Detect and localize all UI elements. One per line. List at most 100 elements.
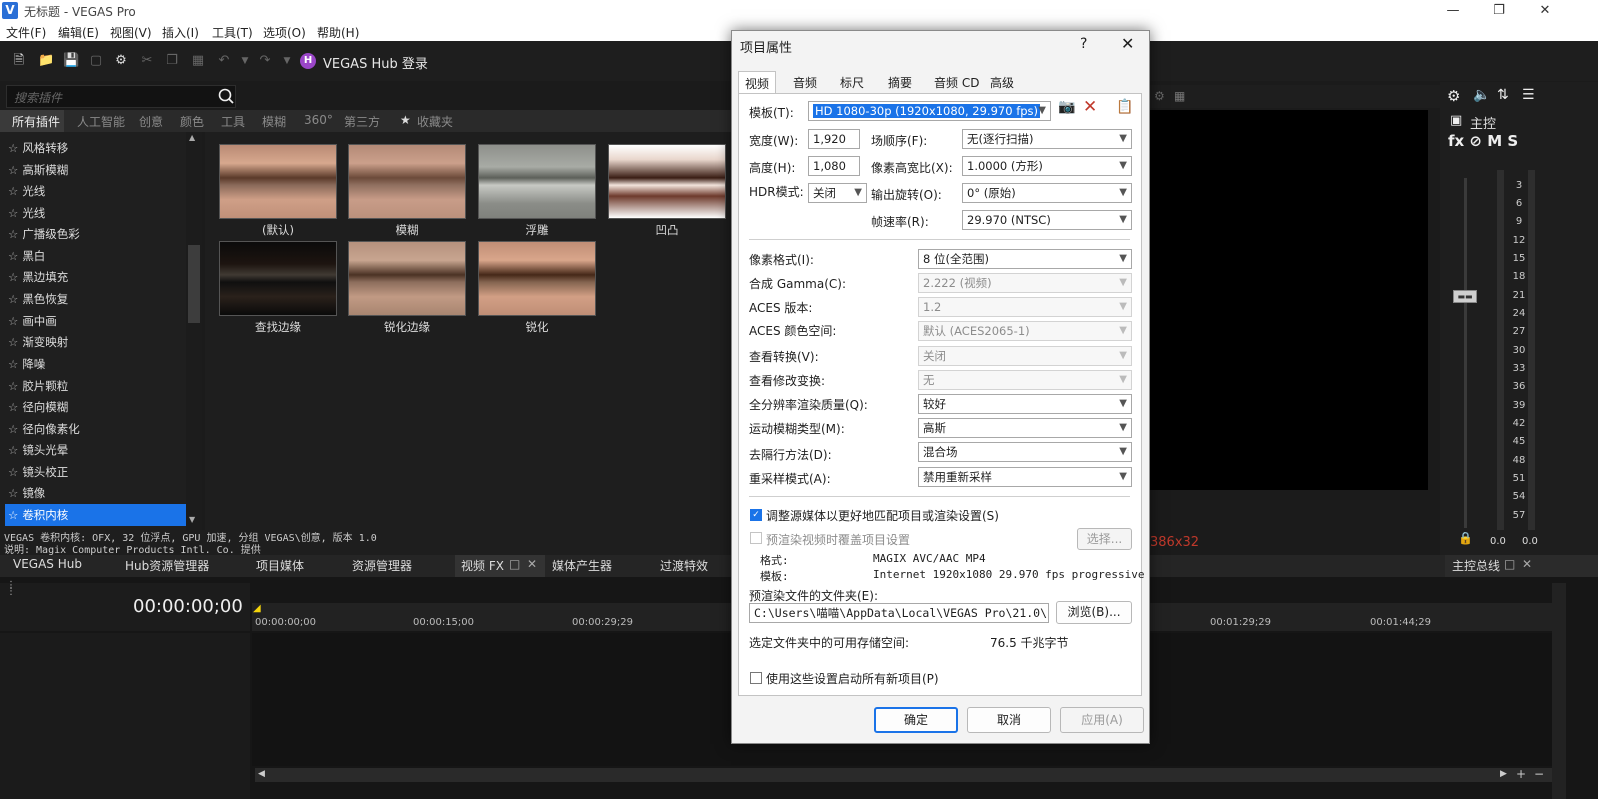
video-preview[interactable] bbox=[1150, 110, 1428, 490]
pixel-format-dropdown[interactable]: 8 位(全范围) ▼ bbox=[918, 249, 1132, 269]
tab-master-bus[interactable]: 主控总线 bbox=[1452, 557, 1500, 574]
cut-icon[interactable]: ✂ bbox=[140, 53, 154, 69]
save-icon[interactable]: 💾 bbox=[63, 53, 79, 69]
plugin-search-input[interactable]: 搜索插件 bbox=[14, 89, 62, 106]
paste-icon[interactable]: ▦ bbox=[191, 53, 205, 69]
list-item[interactable]: ☆ 径向模糊 bbox=[8, 396, 186, 418]
scrollbar-thumb[interactable] bbox=[188, 245, 200, 323]
view-transform-dropdown[interactable]: 关闭 ▼ bbox=[918, 346, 1132, 366]
resample-dropdown[interactable]: 禁用重新采样 ▼ bbox=[918, 467, 1132, 487]
list-item[interactable]: ☆ 高斯模糊 bbox=[8, 159, 186, 181]
cancel-button[interactable]: 取消 bbox=[967, 707, 1051, 733]
tab-blur[interactable]: 模糊 bbox=[262, 113, 286, 130]
hdr-mode-dropdown[interactable]: 关闭 ▼ bbox=[808, 183, 867, 203]
width-field[interactable]: 1,920 bbox=[808, 129, 860, 149]
list-item[interactable]: ☆ 黑边填充 bbox=[8, 266, 186, 288]
pixel-aspect-dropdown[interactable]: 1.0000 (方形) ▼ bbox=[962, 156, 1132, 176]
tab-audio-cd[interactable]: 音频 CD bbox=[928, 71, 985, 93]
output-rotation-dropdown[interactable]: 0° (原始) ▼ bbox=[962, 183, 1132, 203]
deinterlace-dropdown[interactable]: 混合场 ▼ bbox=[918, 442, 1132, 462]
list-item[interactable]: ☆ 镜头校正 bbox=[8, 461, 186, 483]
preset-bump-thumbnail[interactable] bbox=[608, 144, 726, 219]
tab-color[interactable]: 颜色 bbox=[180, 113, 204, 130]
list-item[interactable]: ☆ 光线 bbox=[8, 180, 186, 202]
lock-icon[interactable]: 🔒 bbox=[1458, 531, 1473, 545]
master-fader-track[interactable] bbox=[1464, 178, 1467, 528]
vegas-hub-logo-icon[interactable]: H bbox=[300, 53, 316, 69]
tab-all-plugins[interactable]: 所有插件 bbox=[12, 113, 60, 130]
minimize-button[interactable]: — bbox=[1430, 1, 1476, 21]
tab-video[interactable]: 视频 bbox=[738, 71, 777, 93]
open-folder-icon[interactable]: 📁 bbox=[38, 53, 54, 69]
close-button[interactable]: ✕ bbox=[1522, 1, 1568, 21]
match-media-icon[interactable]: 📋 bbox=[1116, 99, 1133, 115]
grid-icon[interactable]: ▦ bbox=[1174, 89, 1185, 103]
close-tab-icon[interactable]: ✕ bbox=[1522, 557, 1532, 571]
tab-ruler[interactable]: 标尺 bbox=[834, 71, 870, 93]
undo-icon[interactable]: ↶ bbox=[217, 53, 231, 69]
gear-icon[interactable]: ⚙ bbox=[1447, 87, 1460, 105]
plugin-list-scrollbar[interactable] bbox=[186, 132, 202, 530]
menu-file[interactable]: 文件(F) bbox=[6, 24, 46, 41]
menu-help[interactable]: 帮助(H) bbox=[317, 24, 359, 41]
tab-360[interactable]: 360° bbox=[304, 113, 333, 127]
preset-default-thumbnail[interactable] bbox=[219, 144, 337, 219]
list-item[interactable]: ☆ 黑白 bbox=[8, 245, 186, 267]
frame-rate-dropdown[interactable]: 29.970 (NTSC) ▼ bbox=[962, 210, 1132, 230]
browse-button[interactable]: 浏览(B)... bbox=[1056, 601, 1132, 624]
menu-view[interactable]: 视图(V) bbox=[110, 24, 152, 41]
tab-project-media[interactable]: 项目媒体 bbox=[256, 557, 304, 574]
save-template-icon[interactable]: 📷 bbox=[1058, 99, 1075, 115]
ok-button[interactable]: 确定 bbox=[874, 707, 958, 733]
prerender-override-checkbox[interactable] bbox=[750, 532, 762, 544]
preset-blur-thumbnail[interactable] bbox=[348, 144, 466, 219]
list-item[interactable]: ☆ 渐变映射 bbox=[8, 331, 186, 353]
mixer-settings-icon[interactable]: ☰ bbox=[1522, 87, 1535, 103]
zoom-in-icon[interactable]: + bbox=[1516, 767, 1526, 781]
scroll-down-icon[interactable]: ▼ bbox=[189, 515, 195, 524]
look-modify-dropdown[interactable]: 无 ▼ bbox=[918, 370, 1132, 390]
list-item[interactable]: ☆ 胶片颗粒 bbox=[8, 375, 186, 397]
new-file-icon[interactable]: 🗎 bbox=[12, 53, 26, 69]
scroll-left-icon[interactable]: ◀ bbox=[258, 769, 265, 779]
list-item[interactable]: ☆ 画中画 bbox=[8, 310, 186, 332]
close-icon[interactable]: ✕ bbox=[1121, 34, 1134, 53]
adjust-source-label[interactable]: 调整源媒体以更好地匹配项目或渲染设置(S) bbox=[766, 507, 999, 524]
aces-color-space-dropdown[interactable]: 默认 (ACES2065-1) ▼ bbox=[918, 321, 1132, 341]
tab-creative[interactable]: 创意 bbox=[139, 113, 163, 130]
use-settings-checkbox[interactable] bbox=[750, 672, 762, 684]
adjust-source-checkbox[interactable]: ✓ bbox=[750, 509, 762, 521]
tab-media-generators[interactable]: 媒体产生器 bbox=[552, 557, 612, 574]
tab-tools[interactable]: 工具 bbox=[221, 113, 245, 130]
template-dropdown[interactable]: HD 1080-30p (1920x1080, 29.970 fps) ▼ bbox=[808, 101, 1051, 121]
list-item[interactable]: ☆ 径向像素化 bbox=[8, 418, 186, 440]
vertical-scrollbar[interactable] bbox=[1552, 583, 1566, 799]
use-settings-label[interactable]: 使用这些设置启动所有新项目(P) bbox=[766, 670, 939, 687]
preset-sharpen-thumbnail[interactable] bbox=[478, 241, 596, 316]
undo-dropdown-icon[interactable]: ▼ bbox=[238, 53, 252, 69]
help-button[interactable]: ? bbox=[1080, 36, 1087, 52]
list-item[interactable]: ☆ 镜头光晕 bbox=[8, 439, 186, 461]
undock-icon[interactable]: □ bbox=[1504, 557, 1515, 571]
list-item[interactable]: ☆ 镜像 bbox=[8, 482, 186, 504]
list-item[interactable]: ☆ 风格转移 bbox=[8, 137, 186, 159]
copy-icon[interactable]: ❐ bbox=[165, 53, 179, 69]
preset-emboss-thumbnail[interactable] bbox=[478, 144, 596, 219]
hub-login-button[interactable]: VEGAS Hub 登录 bbox=[323, 53, 428, 72]
render-quality-dropdown[interactable]: 较好 ▼ bbox=[918, 394, 1132, 414]
menu-tools[interactable]: 工具(T) bbox=[212, 24, 253, 41]
gear-icon[interactable]: ⚙ bbox=[114, 53, 128, 69]
list-item[interactable]: ☆ 广播级色彩 bbox=[8, 223, 186, 245]
tab-audio[interactable]: 音频 bbox=[787, 71, 823, 93]
aces-version-dropdown[interactable]: 1.2 ▼ bbox=[918, 297, 1132, 317]
list-item[interactable]: ☆ 黑色恢复 bbox=[8, 288, 186, 310]
tab-advanced[interactable]: 高级 bbox=[984, 71, 1020, 93]
tab-video-fx[interactable]: 视频 FX bbox=[461, 557, 504, 574]
redo-icon[interactable]: ↷ bbox=[258, 53, 272, 69]
downmix-icon[interactable]: ⇅ bbox=[1497, 87, 1509, 103]
select-button[interactable]: 选择... bbox=[1077, 528, 1132, 550]
tab-favorites[interactable]: 收藏夹 bbox=[417, 113, 453, 130]
menu-edit[interactable]: 编辑(E) bbox=[58, 24, 99, 41]
preset-find-edges-thumbnail[interactable] bbox=[219, 241, 337, 316]
redo-dropdown-icon[interactable]: ▼ bbox=[280, 53, 294, 69]
